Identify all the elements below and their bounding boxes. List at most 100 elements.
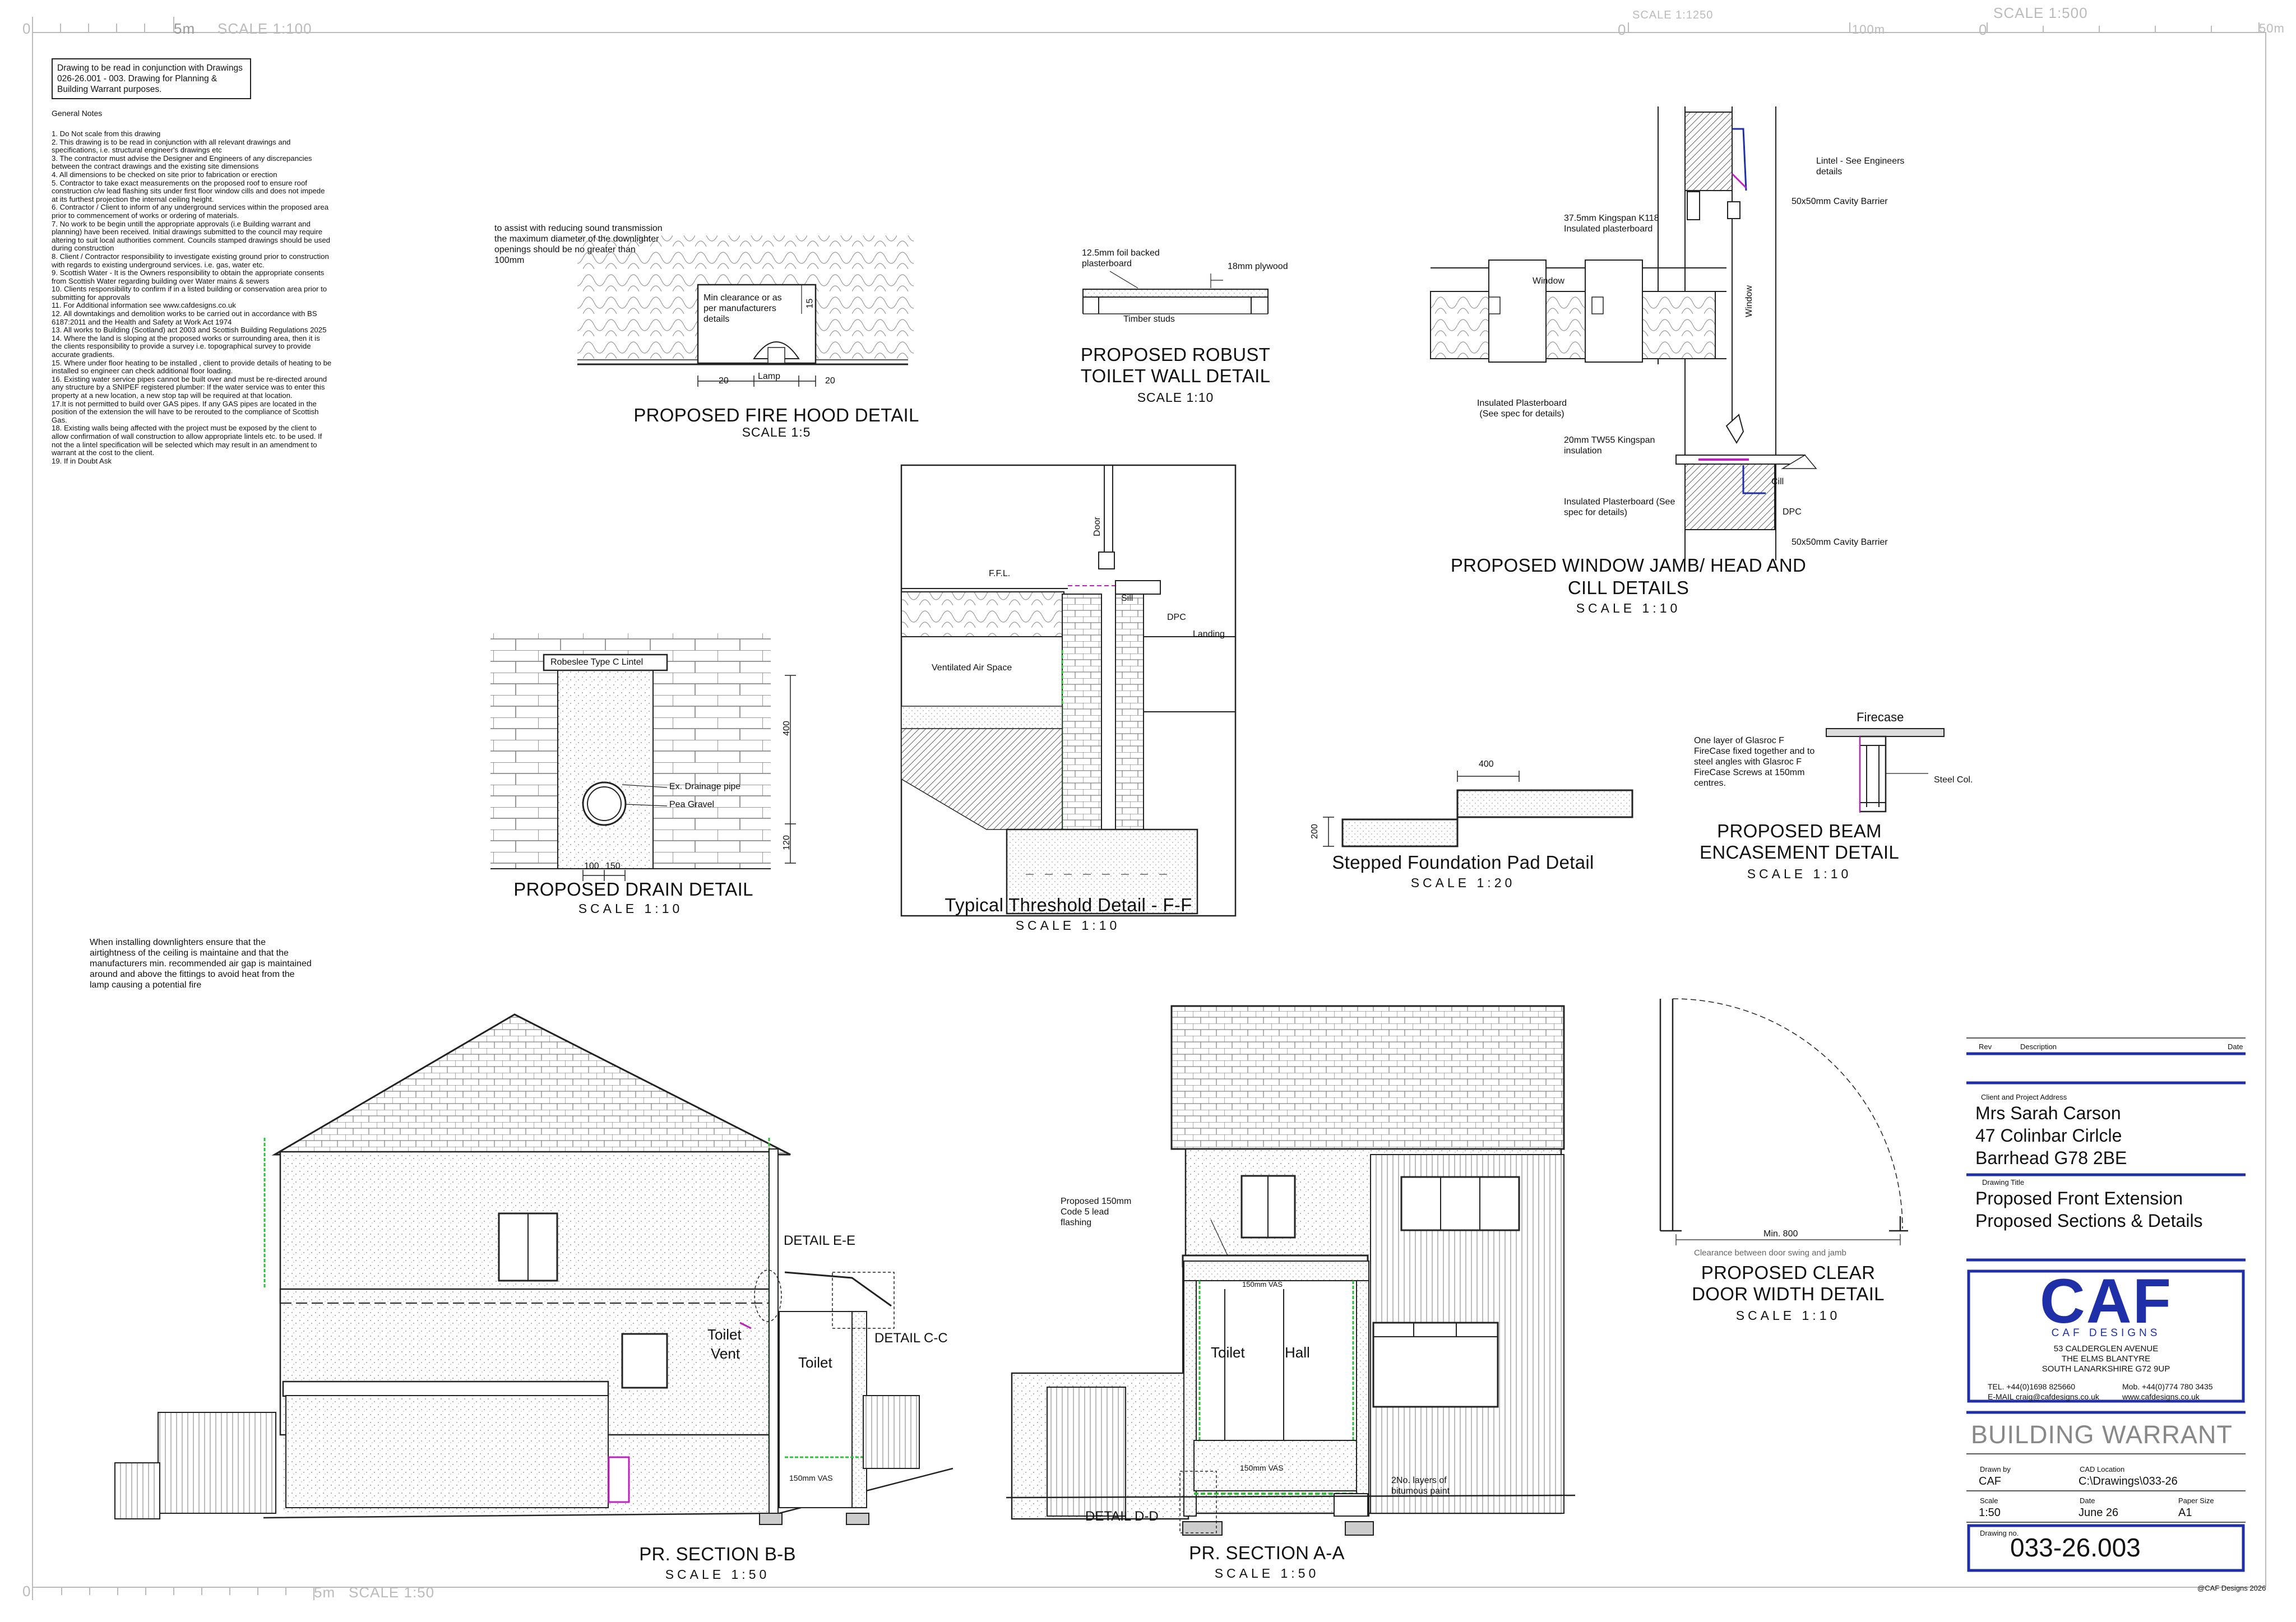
threshold-air-label: Ventilated Air Space (932, 663, 1012, 673)
toilet-wall-foil: 12.5mm foil backed plasterboard (1082, 248, 1160, 268)
note-item: 18. Existing walls being affected with t… (52, 424, 322, 457)
section-bb-scale: SCALE 1:50 (665, 1567, 770, 1582)
window-jamb-drawing (1430, 106, 1817, 560)
window-cavity-barrier-bottom: 50x50mm Cavity Barrier (1792, 537, 1888, 547)
threshold-scale: SCALE 1:10 (1015, 918, 1121, 933)
section-bb-title: PR. SECTION B-B (639, 1544, 796, 1564)
scale-top-mid-end: 100m (1852, 22, 1886, 36)
window-label-section: Window (1744, 285, 1754, 317)
window-plasterboard-bottom: Insulated Plasterboard (See spec for det… (1564, 497, 1675, 517)
tb-drawing-title-2: Proposed Sections & Details (1975, 1211, 2203, 1231)
fire-hood-dim-20-left: 20 (719, 376, 729, 386)
door-width-scale: SCALE 1:10 (1735, 1308, 1841, 1323)
stepped-scale: SCALE 1:20 (1410, 875, 1516, 890)
window-jamb-title-1: PROPOSED WINDOW JAMB/ HEAD AND (1450, 555, 1807, 576)
note-item: 16. Existing water service pipes cannot … (52, 374, 327, 400)
note-item: 7. No work to be begin untill the approp… (52, 219, 330, 253)
section-aa-detail-d: DETAIL D-D (1085, 1509, 1159, 1524)
toilet-wall-studs: Timber studs (1123, 314, 1175, 324)
door-width-title-2: DOOR WIDTH DETAIL (1692, 1283, 1885, 1304)
general-notes-heading: General Notes (52, 109, 103, 118)
door-width-clearance: Clearance between door swing and jamb (1694, 1248, 1846, 1258)
drain-dim-150: 150 (605, 861, 621, 871)
reference-note-box: Drawing to be read in conjunction with D… (52, 58, 251, 99)
toilet-wall-drawing (1082, 271, 1269, 314)
section-bb-detail-e: DETAIL E-E (784, 1233, 856, 1248)
note-item: 17.It is not permitted to build over GAS… (52, 399, 319, 424)
toilet-wall-scale: SCALE 1:10 (1137, 390, 1214, 405)
drain-pipe-label: Ex. Drainage pipe (669, 782, 741, 791)
scale-bottom-label: SCALE 1:50 (349, 1584, 435, 1601)
scale-top-right-label: SCALE 1:500 (1993, 4, 2088, 21)
beam-scale: SCALE 1:10 (1747, 866, 1852, 881)
tb-date-label: Date (2228, 1042, 2243, 1051)
tb-telephone: TEL. +44(0)1698 825660 (1988, 1382, 2076, 1391)
section-aa-flashing: Proposed 150mm Code 5 lead flashing (1061, 1197, 1132, 1227)
section-aa-hall: Hall (1285, 1344, 1310, 1361)
window-dpc-label: DPC (1783, 507, 1802, 517)
tb-client-line-2: 47 Colinbar Cirlcle (1975, 1125, 2122, 1146)
scale-top-left-end: 5m (174, 20, 196, 37)
section-aa-vas-bottom: 150mm VAS (1240, 1463, 1284, 1472)
note-item: 9. Scottish Water - It is the Owners res… (52, 268, 325, 285)
scale-bottom-start: 0 (22, 1583, 31, 1600)
drain-dim-400: 400 (781, 721, 791, 736)
scale-top-mid-label: SCALE 1:1250 (1632, 9, 1714, 21)
note-item: 14. Where the land is sloping at the pro… (52, 333, 320, 359)
section-bb-detail-c: DETAIL C-C (874, 1331, 948, 1346)
note-item: 19. If in Doubt Ask (52, 456, 112, 465)
window-kingspan-tw55: 20mm TW55 Kingspan insulation (1564, 435, 1655, 456)
drain-lintel-label: Robeslee Type C Lintel (550, 657, 644, 667)
fire-hood-dim-15: 15 (805, 298, 815, 309)
drain-dim-100: 100 (584, 861, 599, 871)
downlighter-note: When installing downlighters ensure that… (90, 938, 312, 990)
tb-date-field-label: Date (2080, 1496, 2095, 1505)
threshold-sill-label: Sill (1121, 594, 1133, 603)
scale-bar-top-right (1987, 22, 2260, 33)
scale-top-mid-start: 0 (1618, 21, 1627, 38)
beam-title-1: PROPOSED BEAM (1717, 821, 1882, 841)
tb-client-label: Client and Project Address (1981, 1093, 2067, 1101)
scale-top-right-start: 0 (1979, 21, 1988, 38)
window-jamb-title-2: CILL DETAILS (1567, 577, 1689, 598)
tb-website: www.cafdesigns.co.uk (2122, 1392, 2200, 1401)
section-bb-drawing (114, 1013, 953, 1525)
fire-hood-clearance: Min clearance or as per manufacturers de… (703, 293, 782, 324)
tb-copyright: @CAF Designs 2026 (2197, 1584, 2266, 1592)
drain-title: PROPOSED DRAIN DETAIL (513, 879, 753, 900)
note-item: 10. Clients responsibility to confirm if… (52, 285, 327, 302)
note-item: 5. Contractor to take exact measurements… (52, 178, 325, 203)
scale-top-left-label: SCALE 1:100 (217, 20, 312, 37)
note-item: 11. For Additional information see www.c… (52, 301, 236, 310)
window-lintel-label: Lintel - See Engineers details (1816, 156, 1905, 177)
tb-address-1: 53 CALDERGLEN AVENUE (2053, 1344, 2159, 1354)
threshold-landing-label: Landing (1193, 629, 1225, 639)
door-width-title-1: PROPOSED CLEAR (1701, 1262, 1876, 1283)
door-width-drawing (1659, 998, 1908, 1245)
note-item: 8. Client / Contractor responsibility to… (52, 252, 329, 269)
stepped-dim-200: 200 (1309, 824, 1320, 839)
threshold-drawing (900, 464, 1237, 917)
toilet-wall-title-2: TOILET WALL DETAIL (1080, 365, 1271, 386)
drawing-sheet (32, 17, 2266, 1600)
threshold-door-label: Door (1092, 517, 1102, 536)
scale-top-right-end: 50m (2259, 21, 2285, 35)
scale-bottom-end: 5m (314, 1584, 336, 1601)
tb-drawing-no: 033-26.003 (2010, 1533, 2141, 1562)
section-bb-toilet-vent-1: Toilet (707, 1326, 742, 1343)
section-aa-bitumen: 2No. layers of bitumous paint (1391, 1476, 1450, 1496)
window-kingspan-k118: 37.5mm Kingspan K118 Insulated plasterbo… (1564, 214, 1659, 234)
caf-logo-subtitle: CAF DESIGNS (2051, 1327, 2161, 1339)
note-item: 15. Where under floor heating to be inst… (52, 358, 332, 376)
threshold-ffl-label: F.F.L. (989, 569, 1011, 578)
tb-drawing-title-label: Drawing Title (1982, 1178, 2025, 1187)
tb-client-line-1: Mrs Sarah Carson (1975, 1103, 2121, 1123)
tb-paper-size: A1 (2178, 1507, 2192, 1519)
tb-drawing-title-1: Proposed Front Extension (1975, 1188, 2183, 1208)
fire-hood-title: PROPOSED FIRE HOOD DETAIL (633, 405, 919, 425)
scale-bar-top-mid (1628, 22, 1850, 33)
beam-steel-label: Steel Col. (1934, 775, 1973, 785)
tb-cad-location: C:\Drawings\033-26 (2079, 1475, 2178, 1487)
window-plasterboard-top: Insulated Plasterboard (See spec for det… (1476, 398, 1567, 419)
drain-gravel-label: Pea Gravel (669, 800, 715, 809)
